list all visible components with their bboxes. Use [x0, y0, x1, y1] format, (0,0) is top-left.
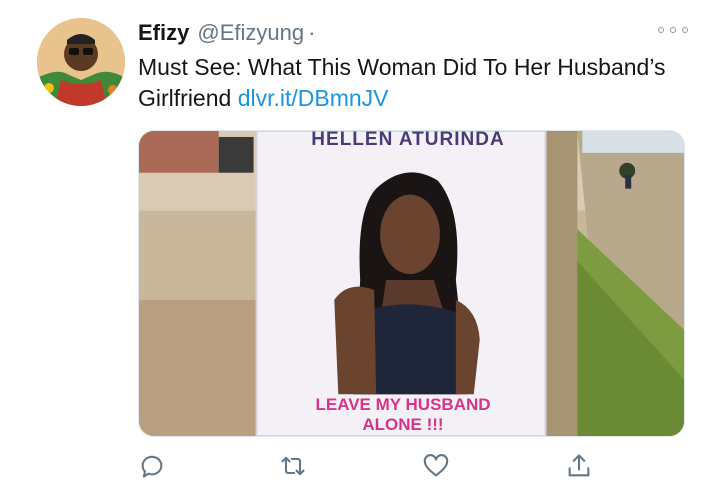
tweet-link[interactable]: dlvr.it/DBmnJV [238, 85, 389, 111]
tweet-body: Must See: What This Woman Did To Her Hus… [138, 54, 666, 111]
tweet-media[interactable]: HELLEN ATURINDA LEAVE MY HUSBAND ALONE !… [138, 130, 685, 437]
poster-caption: LEAVE MY HUSBAND ALONE !!! [267, 395, 539, 435]
comment-icon[interactable] [138, 452, 168, 482]
header-separator: · [308, 20, 316, 45]
more-dots-icon[interactable] [658, 20, 688, 40]
heart-icon[interactable] [422, 452, 452, 482]
retweet-icon[interactable] [279, 452, 309, 482]
poster-caption-line1: LEAVE MY HUSBAND [315, 395, 491, 414]
poster-caption-line2: ALONE !!! [362, 415, 444, 434]
tweet-text: Must See: What This Woman Did To Her Hus… [138, 52, 678, 114]
author-name[interactable]: Efizy [138, 20, 189, 46]
avatar-image [37, 18, 125, 106]
tweet-header: Efizy @Efizyung · [138, 18, 315, 48]
poster-title: HELLEN ATURINDA [311, 130, 505, 150]
avatar[interactable] [37, 18, 125, 106]
media-image [139, 131, 684, 436]
author-handle[interactable]: @Efizyung [197, 20, 304, 46]
action-bar [138, 452, 618, 482]
share-icon[interactable] [565, 452, 595, 482]
